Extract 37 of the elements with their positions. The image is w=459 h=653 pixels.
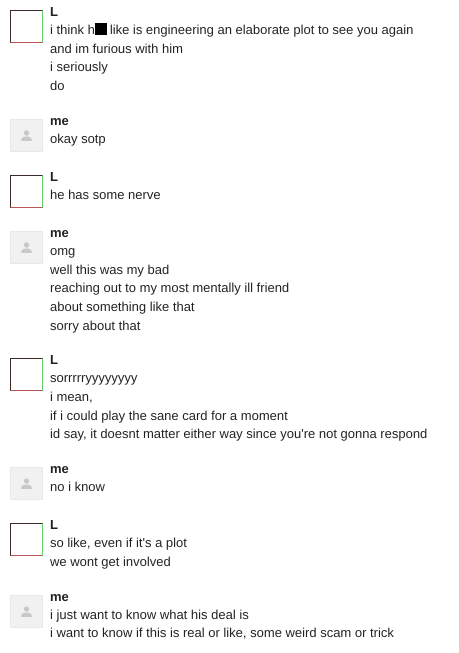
message-text: about something like that (50, 298, 195, 316)
message-text: if i could play the sane card for a moment (50, 406, 288, 425)
message-text: i just want to know what his deal is (50, 606, 249, 624)
message-text: and im furious with him (50, 40, 183, 58)
message-text: we wont get involved (50, 552, 171, 571)
sender-name: L (50, 3, 58, 21)
sender-name: me (50, 112, 69, 130)
person-icon (21, 478, 32, 490)
sender-name: L (50, 351, 58, 370)
message-text: omg (50, 242, 76, 260)
message-text: do (50, 77, 64, 96)
message-text: so like, even if it's a plot (50, 534, 187, 552)
person-icon (21, 606, 32, 617)
person-icon (21, 130, 32, 141)
message-text: i seriously (50, 58, 108, 76)
avatar-frame (10, 174, 43, 208)
message-text: well this was my bad (50, 260, 170, 279)
sender-name: me (50, 588, 69, 606)
avatar-frame (10, 523, 43, 556)
message-text: sorrrrryyyyyyyy (50, 369, 138, 388)
person-icon (21, 242, 32, 253)
message-text: he has some nerve (50, 186, 161, 204)
sender-name: L (50, 516, 58, 534)
sender-name: L (50, 168, 58, 186)
message-text: no i know (50, 478, 105, 496)
message-text: sorry about that (50, 316, 140, 335)
avatar-frame (10, 10, 43, 43)
redaction-mark (94, 23, 107, 35)
message-text: reaching out to my most mentally ill friend (50, 279, 290, 298)
message-text: id say, it doesnt matter either way since you're not gonna respond (50, 425, 428, 444)
avatar-frame (10, 358, 43, 392)
sender-name: me (50, 460, 69, 478)
message-text: i mean, (50, 388, 93, 406)
message-text: okay sotp (50, 130, 106, 148)
message-text: i think h like is engineering an elaborate plot to see you again (50, 21, 414, 39)
message-text: i want to know if this is real or like, some weird scam or trick (50, 624, 394, 642)
sender-name: me (50, 224, 69, 242)
